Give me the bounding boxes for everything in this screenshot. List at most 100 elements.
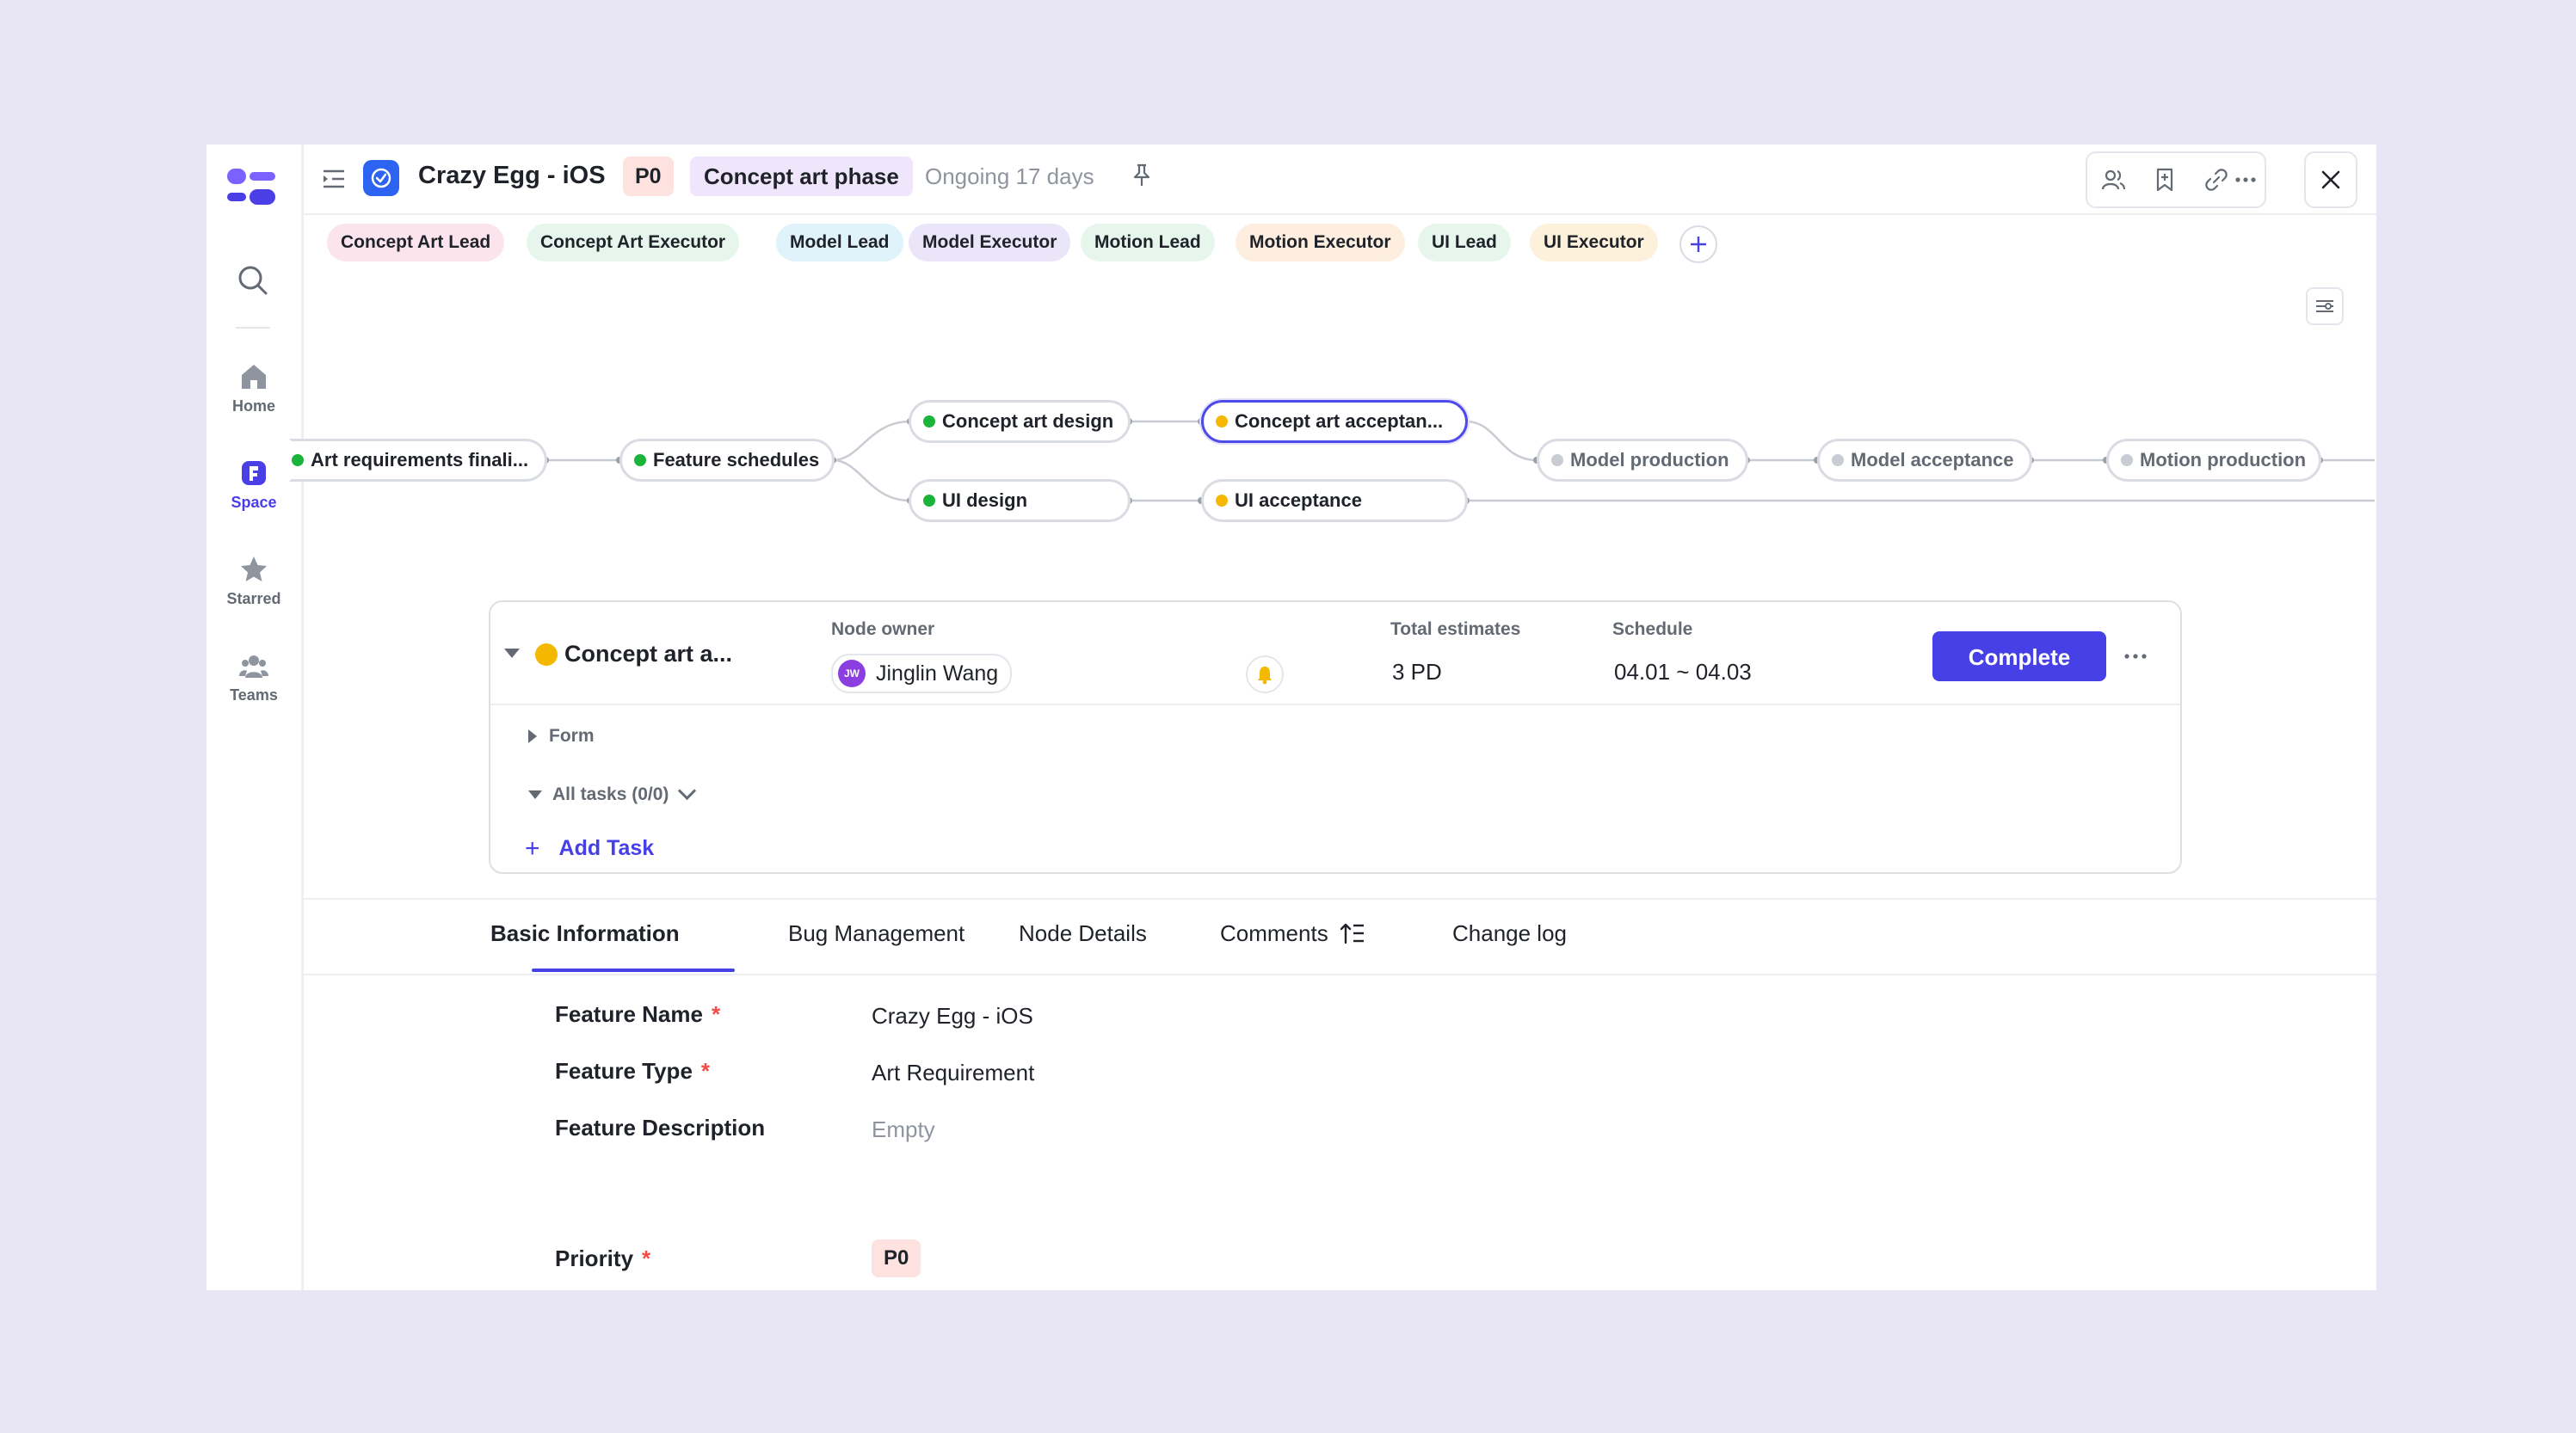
check-circle-icon <box>371 168 391 188</box>
role-chip[interactable]: UI Lead <box>1418 224 1511 261</box>
node-owner-label: Node owner <box>831 619 935 639</box>
feature-description-value[interactable]: Empty <box>872 1116 935 1143</box>
field-label-text: Priority <box>555 1245 634 1271</box>
flow-node-label: UI acceptance <box>1235 489 1362 511</box>
flow-node[interactable]: Model acceptance <box>1817 439 2032 482</box>
priority-badge[interactable]: P0 <box>623 157 674 196</box>
tab-change-log[interactable]: Change log <box>1452 920 1567 947</box>
role-chip[interactable]: Concept Art Executor <box>527 224 740 261</box>
flow-node-label: Art requirements finali... <box>311 449 529 470</box>
tab-bug-management[interactable]: Bug Management <box>788 920 964 947</box>
rail-label: Starred <box>226 590 281 607</box>
rail-label: Home <box>231 397 275 415</box>
avatar: JW <box>838 660 866 687</box>
tab-label: Comments <box>1220 920 1328 946</box>
bookmark-icon[interactable] <box>2151 166 2179 194</box>
members-icon[interactable] <box>2099 166 2127 194</box>
role-chip[interactable]: Model Executor <box>909 224 1071 261</box>
sort-icon[interactable] <box>1340 922 1365 944</box>
node-card-header: Concept art a... Node owner JW Jinglin W… <box>490 602 2180 705</box>
status-dot <box>1832 454 1844 466</box>
pin-icon[interactable] <box>1129 162 1155 188</box>
flow-node-label: UI design <box>942 489 1028 511</box>
complete-button[interactable]: Complete <box>1932 631 2106 681</box>
role-chip-label: UI Lead <box>1432 232 1497 252</box>
status-dot <box>923 495 935 507</box>
role-chip-label: Concept Art Lead <box>341 232 491 252</box>
status-dot <box>634 454 646 466</box>
rail-label: Teams <box>230 686 278 704</box>
collapse-caret-icon[interactable] <box>504 649 520 658</box>
status-text: Ongoing 17 days <box>925 163 1094 189</box>
required-marker: * <box>711 1001 721 1027</box>
add-task-button[interactable]: + Add Task <box>525 834 654 864</box>
node-name[interactable]: Concept art a... <box>564 641 732 667</box>
phase-badge[interactable]: Concept art phase <box>690 157 913 196</box>
node-card: Concept art a... Node owner JW Jinglin W… <box>489 600 2182 874</box>
flow-node-label: Concept art acceptan... <box>1235 410 1444 432</box>
flow-node[interactable]: Art requirements finali... <box>289 439 547 482</box>
role-chip-label: Concept Art Executor <box>540 232 726 252</box>
rail-item-teams[interactable]: Teams <box>206 650 301 704</box>
node-owner-name: Jinglin Wang <box>876 661 999 686</box>
plus-icon <box>1691 237 1706 252</box>
status-dot <box>1216 495 1228 507</box>
estimates-label: Total estimates <box>1390 619 1521 639</box>
flow-node[interactable]: Concept art design <box>909 400 1131 443</box>
flow-node[interactable]: Feature schedules <box>619 439 835 482</box>
link-icon[interactable] <box>2203 166 2230 194</box>
role-chip[interactable]: Motion Executor <box>1236 224 1405 261</box>
flow-node[interactable]: Model production <box>1537 439 1748 482</box>
flow-node-label: Model acceptance <box>1851 449 2014 470</box>
estimates-value[interactable]: 3 PD <box>1392 659 1442 686</box>
add-role-button[interactable] <box>1679 225 1717 263</box>
role-chip[interactable]: UI Executor <box>1530 224 1658 261</box>
flow-node-label: Model production <box>1570 449 1729 470</box>
flow-node[interactable]: Motion production <box>2106 439 2321 482</box>
view-settings-button[interactable] <box>2306 287 2344 325</box>
rail-label: Space <box>231 494 277 511</box>
role-chip[interactable]: Concept Art Lead <box>327 224 505 261</box>
role-chip[interactable]: Model Lead <box>776 224 903 261</box>
teams-icon <box>239 655 268 678</box>
all-tasks-toggle[interactable]: All tasks (0/0) <box>528 781 697 805</box>
close-button[interactable] <box>2304 151 2357 208</box>
role-chip-label: Motion Lead <box>1094 232 1201 252</box>
rail-item-space[interactable]: Space <box>206 458 301 512</box>
remind-button[interactable] <box>1246 655 1284 693</box>
flow-node[interactable]: UI acceptance <box>1201 479 1468 522</box>
tab-basic-information[interactable]: Basic Information <box>490 920 680 947</box>
form-section-toggle[interactable]: Form <box>528 726 595 747</box>
rail-item-starred[interactable]: Starred <box>206 554 301 608</box>
feature-type-value[interactable]: Art Requirement <box>872 1060 1034 1086</box>
bell-icon <box>1258 667 1272 685</box>
more-icon[interactable] <box>2232 166 2259 194</box>
settings-sliders-icon <box>2316 300 2333 312</box>
schedule-value[interactable]: 04.01 ~ 04.03 <box>1614 659 1752 686</box>
status-dot <box>923 415 935 427</box>
search-icon[interactable] <box>236 263 270 298</box>
priority-value[interactable]: P0 <box>872 1239 921 1277</box>
role-chip[interactable]: Motion Lead <box>1081 224 1215 261</box>
feature-name-value[interactable]: Crazy Egg - iOS <box>872 1003 1033 1030</box>
all-tasks-label: All tasks (0/0) <box>552 784 669 804</box>
node-owner-chip[interactable]: JW Jinglin Wang <box>831 654 1013 693</box>
chevron-down-icon[interactable] <box>678 781 697 801</box>
status-dot <box>292 454 304 466</box>
space-icon <box>242 461 266 485</box>
header-action-group <box>2086 151 2266 208</box>
role-chip-label: UI Executor <box>1544 232 1644 252</box>
tab-comments[interactable]: Comments <box>1220 920 1365 947</box>
rail-item-home[interactable]: Home <box>206 361 301 415</box>
rail-divider <box>236 327 270 329</box>
more-icon[interactable] <box>2118 642 2153 671</box>
flow-node-label: Motion production <box>2140 449 2307 470</box>
flow-node-label: Feature schedules <box>653 449 820 470</box>
tab-node-details[interactable]: Node Details <box>1019 920 1147 947</box>
expand-sidebar-icon[interactable] <box>320 165 348 193</box>
app-logo-icon[interactable] <box>225 167 277 206</box>
role-chip-label: Motion Executor <box>1249 232 1391 252</box>
flow-node[interactable]: UI design <box>909 479 1131 522</box>
flow-node-selected[interactable]: Concept art acceptan... <box>1201 400 1468 443</box>
status-dot <box>1551 454 1563 466</box>
